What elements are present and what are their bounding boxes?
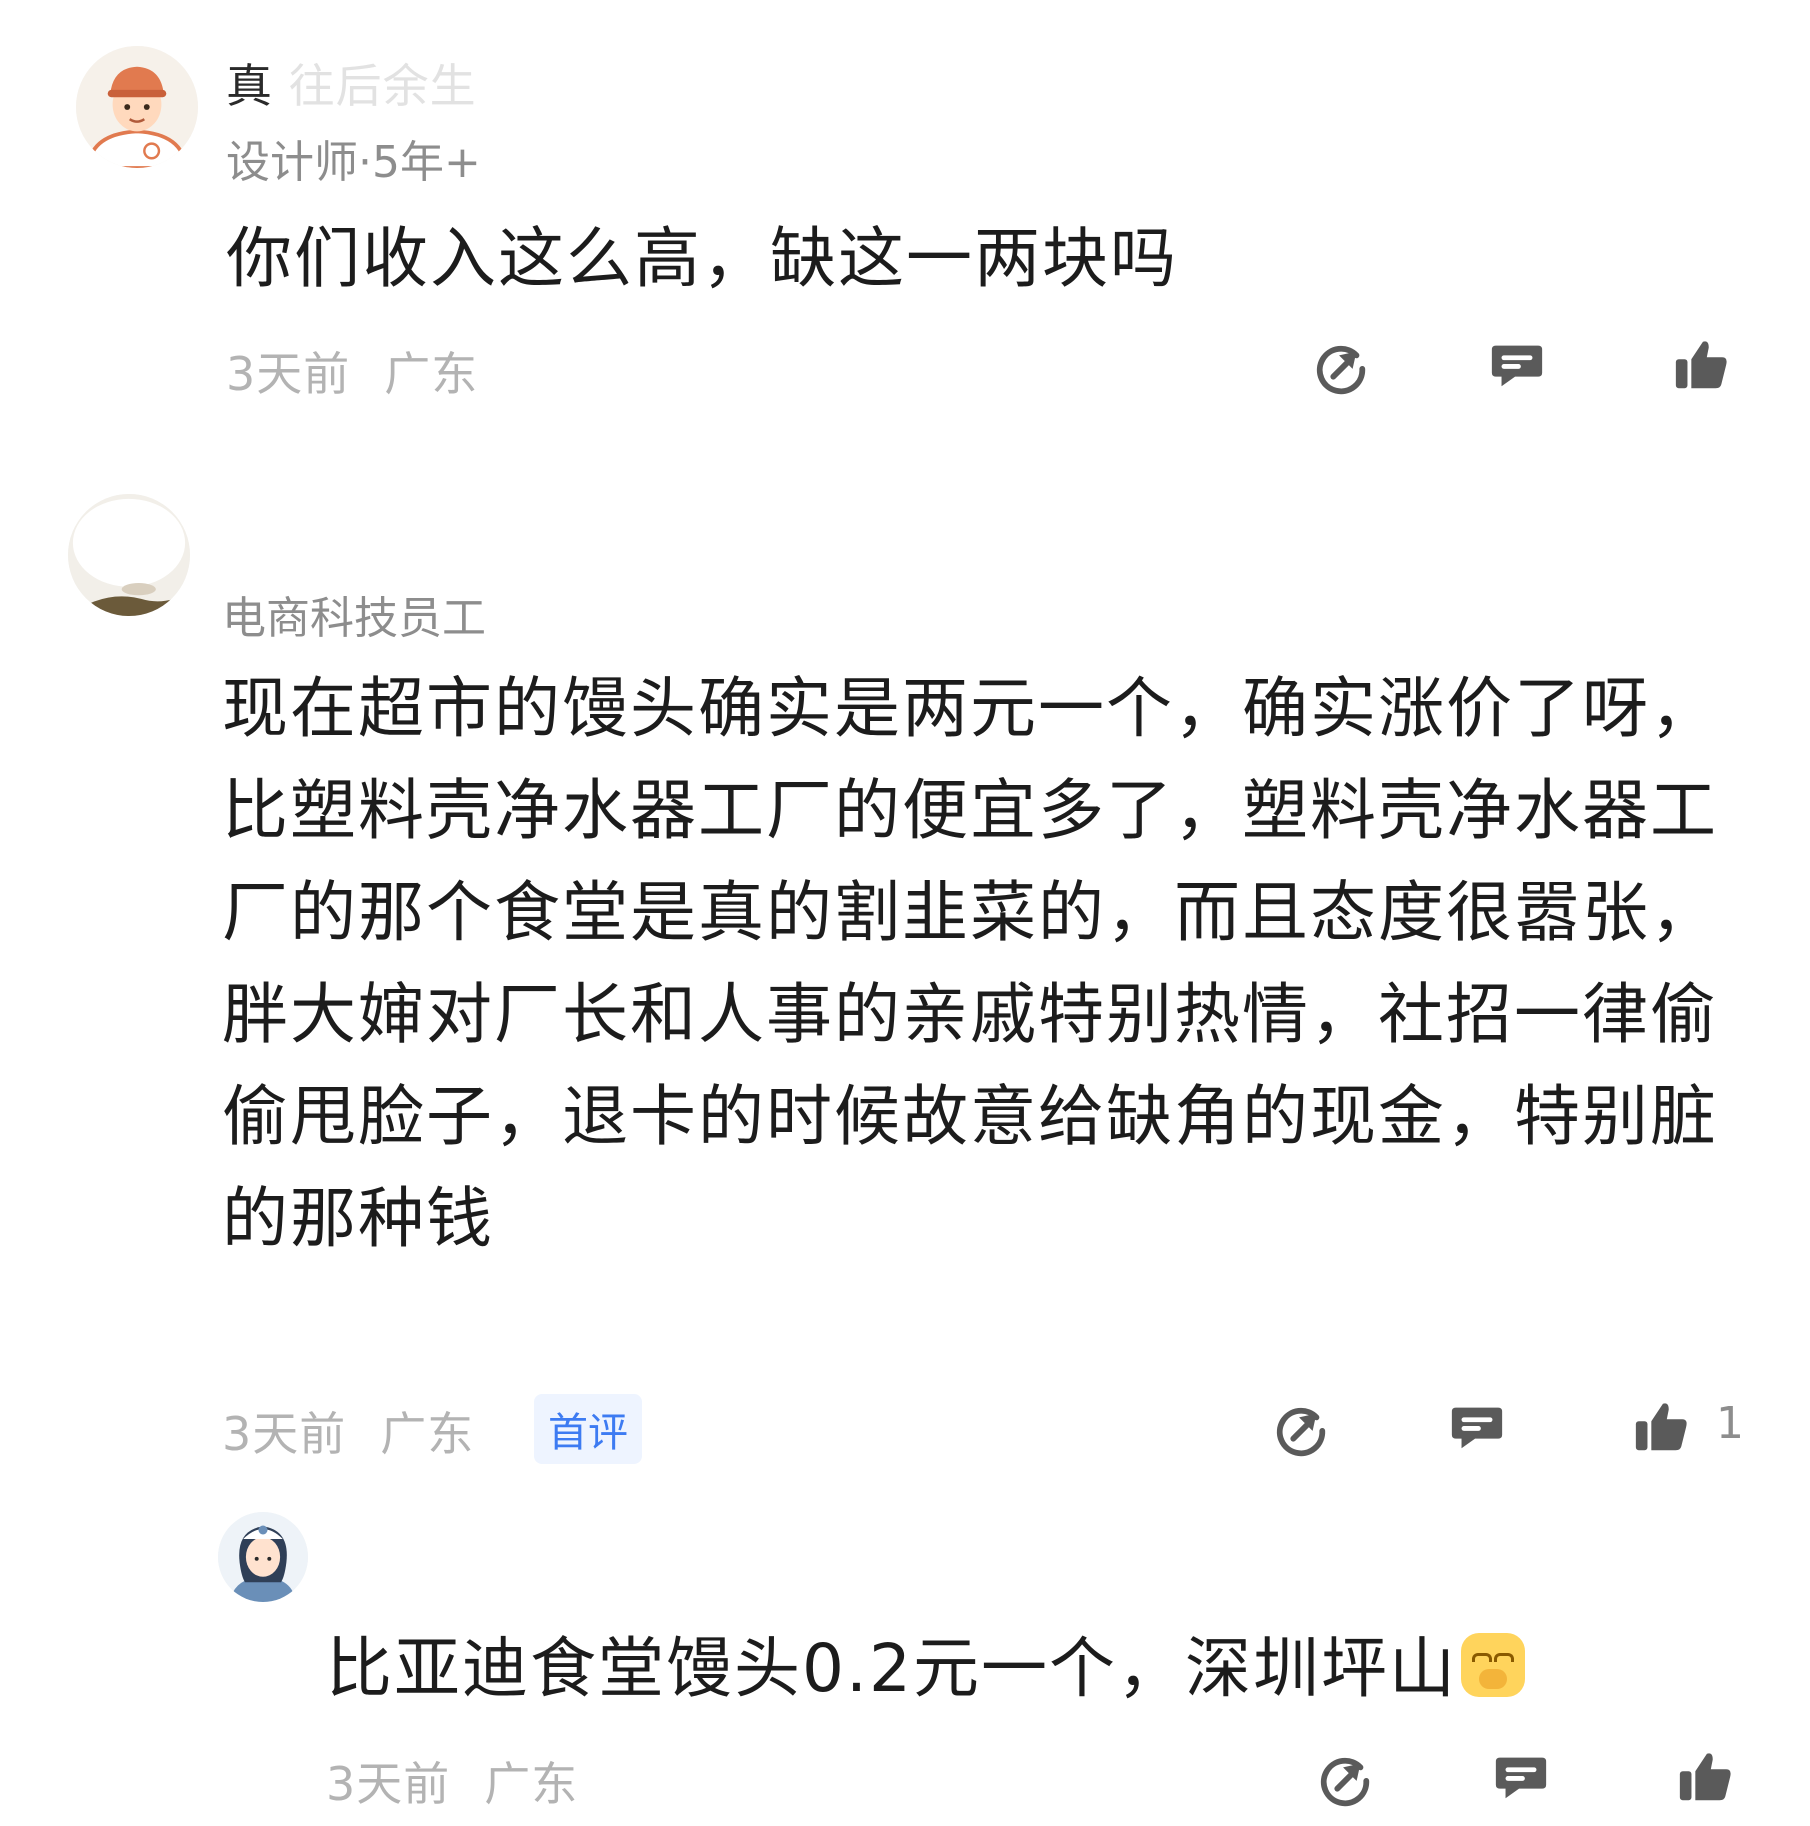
- share-icon: [1276, 1407, 1326, 1457]
- comment-text: 现在超市的馒头确实是两元一个，确实涨价了呀，比塑料壳净水器工厂的便宜多了，塑料壳…: [222, 670, 1718, 1257]
- comment-text: 你们收入这么高，缺这一两块吗: [226, 220, 1178, 297]
- share-icon: [1316, 345, 1366, 395]
- first-comment-badge: 首评: [534, 1394, 642, 1464]
- avatar[interactable]: [68, 494, 190, 616]
- comment-icon: [1451, 1407, 1503, 1449]
- comment-icon: [1491, 345, 1543, 387]
- username-text: 真: [226, 59, 273, 113]
- reply-button[interactable]: [1492, 1748, 1550, 1806]
- comment-text-content: 比亚迪食堂馒头0.2元一个，深圳坪山: [326, 1630, 1457, 1707]
- comment-info: 3天前 广东: [226, 338, 478, 404]
- baseball-player-avatar-icon: [76, 46, 198, 168]
- username[interactable]: 真 往后余生: [226, 50, 477, 116]
- location: 广东: [380, 1407, 475, 1461]
- user-title: 设计师·5年+: [226, 137, 481, 188]
- timestamp: 3天前: [222, 1407, 347, 1461]
- share-button[interactable]: [1316, 1750, 1374, 1808]
- avatar[interactable]: [76, 46, 198, 168]
- username-faded-text: 往后余生: [273, 59, 477, 113]
- shy-face-emoji-icon: [1460, 1633, 1525, 1697]
- reply-comment: 比亚迪食堂馒头0.2元一个，深圳坪山 3天前 广东: [0, 1500, 1810, 1826]
- thumbs-up-icon: [1635, 1403, 1687, 1451]
- reply-button[interactable]: [1488, 336, 1546, 394]
- girl-avatar-icon: [218, 1512, 308, 1602]
- landscape-avatar-icon: [68, 494, 190, 616]
- comment-2: 电商科技员工 现在超市的馒头确实是两元一个，确实涨价了呀，比塑料壳净水器工厂的便…: [0, 480, 1810, 1464]
- comment-info: 3天前 广东: [222, 1398, 474, 1464]
- timestamp: 3天前: [326, 1757, 451, 1811]
- timestamp: 3天前: [226, 347, 351, 401]
- share-button[interactable]: [1312, 338, 1370, 396]
- user-title: 电商科技员工: [222, 593, 486, 644]
- reply-button[interactable]: [1448, 1398, 1506, 1456]
- like-button[interactable]: [1632, 1398, 1690, 1456]
- thumbs-up-icon: [1679, 1753, 1731, 1801]
- share-button[interactable]: [1272, 1400, 1330, 1458]
- like-button[interactable]: [1672, 336, 1730, 394]
- comment-1: 真 往后余生 设计师·5年+ 你们收入这么高，缺这一两块吗 3天前 广东: [0, 0, 1810, 420]
- like-count: 1: [1716, 1398, 1744, 1449]
- emoji-hand-shape: [1478, 1669, 1507, 1689]
- share-icon: [1320, 1757, 1370, 1807]
- avatar[interactable]: [218, 1512, 308, 1602]
- comment-info: 3天前 广东: [326, 1748, 578, 1814]
- comment-text: 比亚迪食堂馒头0.2元一个，深圳坪山: [326, 1618, 1746, 1720]
- like-button[interactable]: [1676, 1748, 1734, 1806]
- comment-icon: [1495, 1757, 1547, 1799]
- thumbs-up-icon: [1675, 341, 1727, 389]
- location: 广东: [484, 1757, 579, 1811]
- location: 广东: [384, 347, 479, 401]
